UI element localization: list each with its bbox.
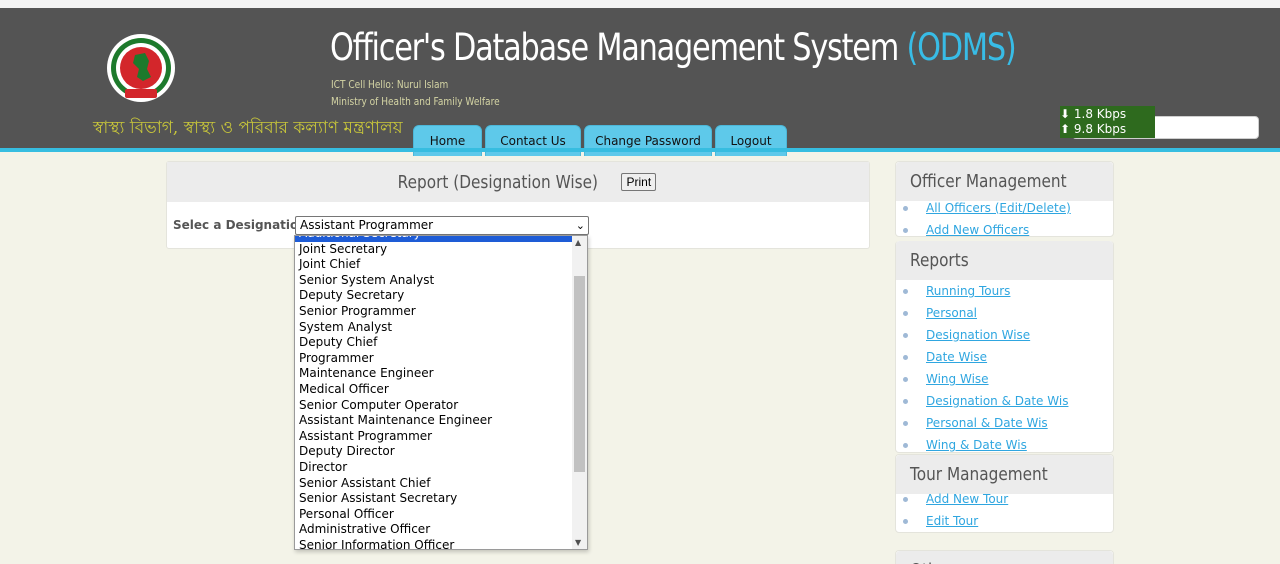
page-title: Officer's Database Management System (OD… <box>330 26 1017 69</box>
header-divider <box>0 148 1280 152</box>
upload-speed-value: 9.8 Kbps <box>1073 122 1127 136</box>
tour-management-link[interactable]: Add New Tour <box>926 492 1008 506</box>
dropdown-option[interactable]: Deputy Director <box>295 444 573 460</box>
dropdown-option[interactable]: Programmer <box>295 351 573 367</box>
reports-link[interactable]: Designation & Date Wis <box>926 394 1068 408</box>
officer-management-title: Officer Management <box>910 171 1067 192</box>
reports-link[interactable]: Running Tours <box>926 284 1010 298</box>
dropdown-option[interactable]: Maintenance Engineer <box>295 366 573 382</box>
dropdown-option[interactable]: Deputy Secretary <box>295 288 573 304</box>
tour-management-box: Tour Management Add New Tour Edit Tour <box>895 454 1114 533</box>
designation-label: Selec a Designation: <box>173 218 312 232</box>
designation-dropdown-list[interactable]: Additional SecretaryJoint SecretaryJoint… <box>294 235 588 550</box>
dropdown-option[interactable]: Director <box>295 460 573 476</box>
reports-link-row: Wing Wise <box>896 368 1113 390</box>
bullet-icon <box>903 354 908 360</box>
reports-link[interactable]: Personal & Date Wis <box>926 416 1048 430</box>
scroll-down-arrow-icon[interactable]: ▼ <box>575 538 581 547</box>
officer-management-link-row: Add New Officers <box>896 219 1113 241</box>
reports-link-row: Personal & Date Wis <box>896 412 1113 434</box>
reports-title: Reports <box>910 250 969 271</box>
bullet-icon <box>903 496 908 502</box>
upload-speed: ⬆ 9.8 Kbps <box>1060 122 1126 136</box>
designation-select-value: Assistant Programmer <box>300 218 434 232</box>
report-title: Report (Designation Wise) <box>397 171 598 193</box>
dropdown-option[interactable]: Joint Secretary <box>295 242 573 258</box>
tour-management-link-row: Edit Tour <box>896 510 1113 532</box>
bullet-icon <box>903 205 908 211</box>
header-subtitle-ministry: Ministry of Health and Family Welfare <box>331 95 500 108</box>
dropdown-option[interactable]: Administrative Officer <box>295 522 573 538</box>
dropdown-option[interactable]: Joint Chief <box>295 257 573 273</box>
reports-link-row: Running Tours <box>896 280 1113 302</box>
title-accent: (ODMS) <box>906 26 1016 69</box>
title-main: Officer's Database Management System <box>330 26 907 69</box>
dropdown-options: Additional SecretaryJoint SecretaryJoint… <box>295 236 573 549</box>
dropdown-option[interactable]: Senior Computer Operator <box>295 398 573 414</box>
reports-heading: Reports <box>896 241 1113 280</box>
reports-links: Running Tours Personal Designation Wise Dat… <box>896 280 1113 456</box>
others-heading: Oth <box>896 551 1113 564</box>
scrollbar-thumb[interactable] <box>574 276 585 472</box>
dropdown-option[interactable]: Assistant Maintenance Engineer <box>295 413 573 429</box>
download-arrow-icon: ⬇ <box>1060 107 1071 121</box>
download-speed: ⬇ 1.8 Kbps <box>1060 107 1126 121</box>
bullet-icon <box>903 288 908 294</box>
reports-link-row: Wing & Date Wis <box>896 434 1113 456</box>
upload-arrow-icon: ⬆ <box>1060 122 1071 136</box>
chevron-down-icon: ⌄ <box>575 219 585 232</box>
top-strip <box>0 0 1280 8</box>
government-emblem-icon <box>105 31 177 105</box>
reports-box: Reports Running Tours Personal Designation… <box>895 241 1114 453</box>
bullet-icon <box>903 442 908 448</box>
reports-link-row: Designation Wise <box>896 324 1113 346</box>
header-subtitle-user: ICT Cell Hello: Nurul Islam <box>331 78 449 91</box>
download-speed-value: 1.8 Kbps <box>1073 107 1127 121</box>
reports-link-row: Designation & Date Wis <box>896 390 1113 412</box>
reports-link[interactable]: Personal <box>926 306 977 320</box>
reports-link-row: Personal <box>896 302 1113 324</box>
bullet-icon <box>903 310 908 316</box>
officer-management-link[interactable]: Add New Officers <box>926 223 1029 237</box>
reports-link[interactable]: Designation Wise <box>926 328 1030 342</box>
reports-link[interactable]: Wing Wise <box>926 372 989 386</box>
dropdown-option[interactable]: Senior Information Officer <box>295 538 573 549</box>
dropdown-option[interactable]: Additional Secretary <box>295 236 573 242</box>
dropdown-option[interactable]: Senior Assistant Secretary <box>295 491 573 507</box>
tour-management-title: Tour Management <box>910 464 1048 485</box>
dropdown-option[interactable]: Senior Programmer <box>295 304 573 320</box>
dropdown-option[interactable]: Medical Officer <box>295 382 573 398</box>
officer-management-link[interactable]: All Officers (Edit/Delete) <box>926 201 1071 215</box>
reports-link[interactable]: Date Wise <box>926 350 987 364</box>
dropdown-scrollbar[interactable]: ▲ ▼ <box>572 236 587 549</box>
reports-link-row: Date Wise <box>896 346 1113 368</box>
officer-management-box: Officer Management All Officers (Edit/De… <box>895 161 1114 237</box>
dropdown-option[interactable]: Deputy Chief <box>295 335 573 351</box>
bullet-icon <box>903 398 908 404</box>
others-box: Oth <box>895 550 1114 564</box>
tour-management-link[interactable]: Edit Tour <box>926 514 978 528</box>
bullet-icon <box>903 518 908 524</box>
tour-management-links: Add New Tour Edit Tour <box>896 488 1113 532</box>
bangla-ministry-title: স্বাস্থ্য বিভাগ, স্বাস্থ্য ও পরিবার কল্য… <box>93 118 403 138</box>
dropdown-option[interactable]: Senior Assistant Chief <box>295 476 573 492</box>
dropdown-option[interactable]: Senior System Analyst <box>295 273 573 289</box>
dropdown-option[interactable]: Personal Officer <box>295 507 573 523</box>
officer-management-heading: Officer Management <box>896 162 1113 201</box>
bullet-icon <box>903 227 908 233</box>
print-button[interactable]: Print <box>621 173 657 191</box>
scroll-up-arrow-icon[interactable]: ▲ <box>575 238 581 247</box>
net-speed-widget: ⬇ 1.8 Kbps ⬆ 9.8 Kbps <box>1060 106 1155 138</box>
bullet-icon <box>903 420 908 426</box>
officer-management-links: All Officers (Edit/Delete) Add New Office… <box>896 197 1113 241</box>
dropdown-option[interactable]: Assistant Programmer <box>295 429 573 445</box>
others-title: Oth <box>910 551 938 564</box>
bullet-icon <box>903 376 908 382</box>
reports-link[interactable]: Wing & Date Wis <box>926 438 1027 452</box>
bullet-icon <box>903 332 908 338</box>
designation-select[interactable]: Assistant Programmer ⌄ <box>295 216 589 235</box>
dropdown-option[interactable]: System Analyst <box>295 320 573 336</box>
report-panel-header: Report (Designation Wise) Print <box>167 162 869 202</box>
